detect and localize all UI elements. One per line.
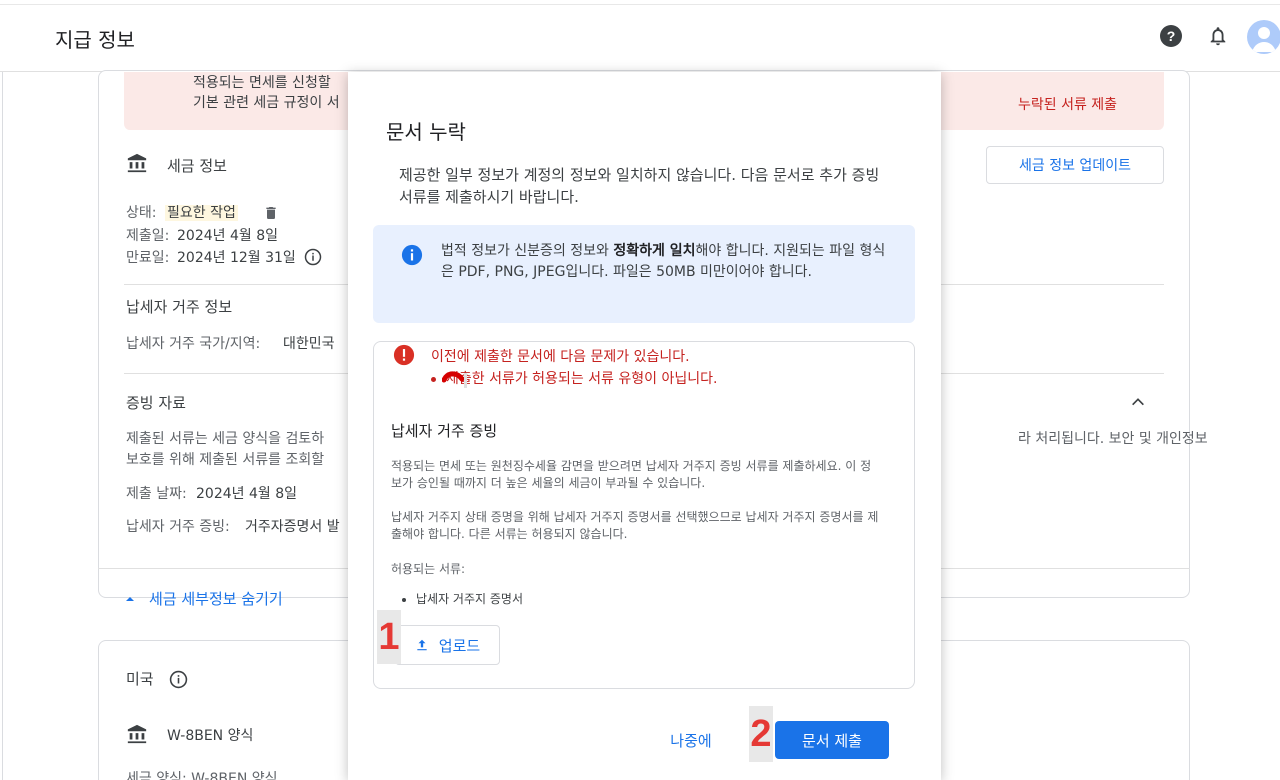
- svg-text:?: ?: [1167, 28, 1176, 44]
- w8ben-title: W-8BEN 양식: [167, 728, 254, 744]
- section-title: 납세자 거주 증빙: [391, 422, 498, 440]
- left-rule: [2, 72, 3, 780]
- step-1-callout: 1: [377, 610, 401, 664]
- us-title: 미국: [126, 670, 154, 688]
- arrow-up-icon: [124, 590, 136, 602]
- dialog-description: 제공한 일부 정보가 계정의 정보와 일치하지 않습니다. 다음 문서로 추가 …: [399, 166, 880, 206]
- dialog-title: 문서 누락: [386, 120, 466, 144]
- avatar[interactable]: [1247, 20, 1280, 54]
- allowed-label: 허용되는 서류:: [391, 562, 466, 576]
- trash-icon[interactable]: [263, 205, 279, 221]
- error-title: 이전에 제출한 문서에 다음 문제가 있습니다.: [431, 349, 690, 365]
- submit-date-value: 2024년 4월 8일: [196, 486, 297, 502]
- residence-country-value: 대한민국: [283, 336, 335, 352]
- expires-value: 2024년 12월 31일: [177, 250, 296, 266]
- missing-docs-dialog: 문서 누락 제공한 일부 정보가 계정의 정보와 일치하지 않습니다. 다음 문…: [348, 72, 941, 780]
- help-icon[interactable]: ?: [1159, 24, 1183, 48]
- info-icon: [401, 244, 423, 266]
- status-badge: 필요한 작업: [165, 205, 238, 221]
- upload-icon: [415, 638, 429, 652]
- update-tax-button[interactable]: 세금 정보 업데이트: [986, 146, 1164, 184]
- submitted-value: 2024년 4월 8일: [177, 228, 278, 244]
- top-bar: 지급 정보 ?: [0, 0, 1280, 72]
- evidence-desc-1: 제출된 서류는 세금 양식을 검토하: [126, 431, 325, 447]
- bank-icon: [126, 152, 148, 174]
- evidence-desc-2: 보호를 위해 제출된 서류를 조회할: [126, 452, 325, 468]
- bank-icon-2: [126, 723, 148, 745]
- upload-button[interactable]: 업로드: [395, 625, 500, 665]
- expires-label: 만료일:: [126, 250, 170, 266]
- info-banner: 법적 정보가 신분증의 정보와 정확하게 일치해야 합니다. 지원되는 파일 형…: [373, 225, 915, 323]
- later-button[interactable]: 나중에: [660, 726, 722, 754]
- step-2-callout: 2: [749, 706, 773, 762]
- alert-line-1: 적용되는 면세를 신청할: [193, 75, 331, 91]
- evidence-desc-1-right: 라 처리됩니다. 보안 및 개인정보: [1018, 431, 1208, 447]
- document-card: 이전에 제출한 문서에 다음 문제가 있습니다. 제출한 서류가 허용되는 서류…: [373, 341, 915, 689]
- cursor-mark: [441, 370, 468, 388]
- error-item: 제출한 서류가 허용되는 서류 유형이 아닙니다.: [431, 368, 717, 388]
- hide-details-link[interactable]: 세금 세부정보 숨기기: [149, 588, 283, 609]
- section-paragraph-1: 적용되는 면세 또는 원천징수세율 감면을 받으려면 납세자 거주지 증빙 서류…: [391, 459, 872, 490]
- us-info-icon[interactable]: [169, 670, 188, 689]
- tax-info-title: 세금 정보: [167, 157, 227, 175]
- top-edge-line: [0, 4, 1280, 5]
- status-label: 상태:: [126, 205, 157, 221]
- error-icon: [393, 344, 415, 366]
- missing-docs-link[interactable]: 누락된 서류 제출: [1018, 94, 1117, 114]
- residence-country-label: 납세자 거주 국가/지역:: [126, 336, 261, 352]
- residence-proof-label: 납세자 거주 증빙:: [126, 519, 230, 535]
- chevron-up-icon[interactable]: [1130, 394, 1146, 410]
- page-title: 지급 정보: [55, 28, 135, 52]
- alert-line-2: 기본 관련 세금 규정이 서: [193, 95, 340, 111]
- bell-icon[interactable]: [1206, 24, 1230, 48]
- allowed-item: 납세자 거주지 증명서: [402, 590, 523, 607]
- section-paragraph-2: 납세자 거주지 상태 증명을 위해 납세자 거주지 증명서를 선택했으므로 납세…: [391, 510, 879, 541]
- submit-date-label: 제출 날짜:: [126, 486, 187, 502]
- info-text: 법적 정보가 신분증의 정보와 정확하게 일치해야 합니다. 지원되는 파일 형…: [441, 243, 886, 280]
- submitted-label: 제출일:: [126, 228, 170, 244]
- residence-proof-value: 거주자증명서 발: [245, 519, 340, 535]
- evidence-title: 증빙 자료: [126, 394, 186, 412]
- residence-title: 납세자 거주 정보: [126, 298, 233, 316]
- upload-label: 업로드: [438, 636, 481, 655]
- tax-form-label: 세금 양식: W-8BEN 양식: [126, 771, 278, 780]
- submit-documents-button[interactable]: 문서 제출: [775, 721, 889, 759]
- expiry-info-icon[interactable]: [304, 248, 322, 266]
